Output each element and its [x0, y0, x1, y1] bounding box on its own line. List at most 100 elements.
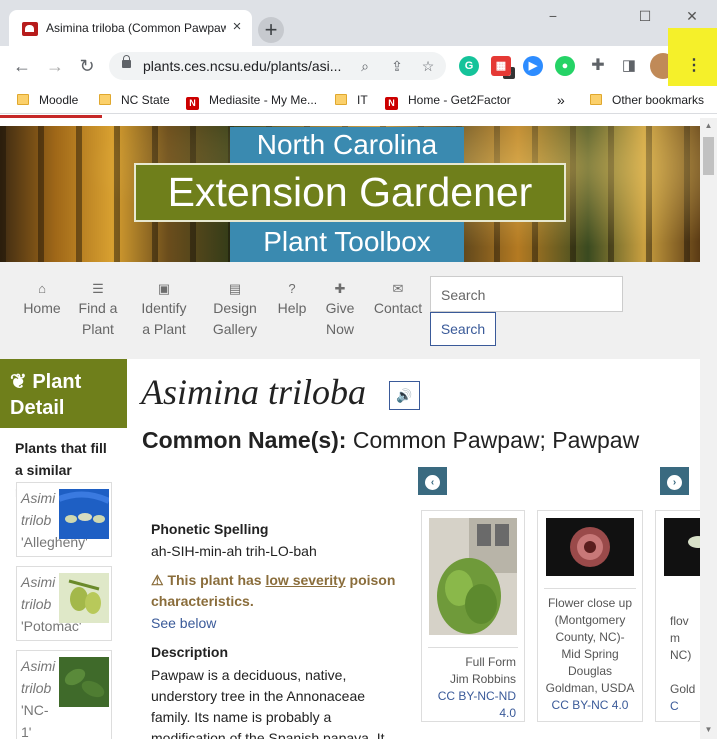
folder-icon	[17, 94, 29, 105]
browser-tab-strip: Asimina triloba (Common Pawpaw) | North …	[0, 0, 717, 46]
bookmarks-overflow-icon[interactable]: »	[557, 91, 565, 109]
gallery-next-button[interactable]: ›	[660, 467, 689, 495]
nav-identify-a-plant[interactable]: ▣ Identify a Plant	[136, 278, 192, 340]
warning-icon: ⚠	[151, 572, 164, 588]
browser-menu-icon[interactable]: ⋮	[686, 56, 702, 76]
grammarly-icon[interactable]: G	[459, 56, 479, 76]
browser-toolbar: ← → ↻ plants.ces.ncsu.edu/plants/asi... …	[0, 46, 717, 86]
nav-home[interactable]: ⌂ Home	[22, 278, 62, 319]
license-link[interactable]: CC BY-NC-ND	[438, 689, 516, 703]
sidebar-title: ❦ Plant Detail	[0, 359, 127, 428]
folder-icon	[590, 94, 602, 105]
similar-plant-card[interactable]: Asimi trilob 'Potomac'	[16, 566, 112, 641]
gift-icon: ✚	[334, 281, 346, 296]
poison-warning: ⚠ This plant has low severity poison cha…	[151, 572, 396, 609]
phonetic-label: Phonetic Spelling	[151, 521, 269, 537]
new-tab-button[interactable]: +	[258, 17, 284, 43]
lock-icon	[122, 55, 131, 68]
chat-extension-icon[interactable]: ●	[555, 56, 575, 76]
bookmark-nc-state[interactable]: NC State	[99, 91, 170, 109]
description-text: Pawpaw is a deciduous, native, understor…	[151, 667, 385, 739]
side-panel-icon[interactable]: ◨	[617, 54, 641, 78]
address-bar[interactable]: plants.ces.ncsu.edu/plants/asi... ⌕ ⇪ ☆	[109, 52, 446, 80]
search-input[interactable]: Search	[430, 276, 623, 312]
similar-plant-card[interactable]: Asimi trilob 'Allegheny'	[16, 482, 112, 557]
gallery-photo-full-form	[429, 518, 517, 635]
plant-detail-main: Asimina triloba 🔊 Common Name(s): Common…	[127, 359, 700, 739]
license-link[interactable]: CC BY-NC 4.0	[552, 698, 629, 712]
folder-icon	[99, 94, 111, 105]
speaker-icon: 🔊	[396, 388, 413, 403]
gallery-card[interactable]: flov m NC) Gold C	[655, 510, 700, 722]
question-icon: ?	[288, 281, 296, 296]
similar-plant-card[interactable]: Asimi trilob 'NC- 1'	[16, 650, 112, 739]
gallery-prev-button[interactable]: ‹	[418, 467, 447, 495]
description-label: Description	[151, 644, 229, 660]
bookmark-it[interactable]: IT	[335, 91, 368, 109]
bookmark-moodle[interactable]: Moodle	[17, 91, 78, 109]
id-card-icon: ▣	[157, 281, 171, 296]
minimize-button[interactable]: −	[542, 7, 564, 25]
bookmark-mediasite[interactable]: N Mediasite - My Me...	[186, 91, 317, 110]
home-icon: ⌂	[38, 281, 46, 296]
site-navigation: ⌂ Home ☰ Find a Plant ▣ Identify a Plant ▤…	[0, 262, 700, 359]
close-window-button[interactable]: ✕	[681, 7, 703, 25]
bookmark-get2factor[interactable]: N Home - Get2Factor	[385, 91, 511, 110]
bookmarks-bar: Moodle NC State N Mediasite - My Me... IT…	[0, 86, 717, 114]
banner-title-line2: Extension Gardener	[134, 163, 566, 222]
forward-arrow-icon[interactable]: →	[43, 54, 67, 78]
plant-thumbnail	[57, 489, 111, 539]
gallery-caption: Flower close up (Montgomery County, NC)- Mi…	[545, 596, 635, 712]
gallery-card[interactable]: Full Form Jim Robbins CC BY-NC-ND 4.0	[421, 510, 525, 722]
phonetic-spelling: ah-SIH-min-ah trih-LO-bah	[151, 543, 317, 559]
maximize-button[interactable]: ☐	[634, 7, 656, 25]
plant-detail-sidebar: ❦ Plant Detail Plants that fill a similar…	[0, 359, 127, 739]
nav-contact[interactable]: ✉ Contact	[372, 278, 424, 319]
scroll-up-arrow-icon[interactable]: ▲	[703, 120, 714, 132]
ncstate-logo-icon: N	[385, 97, 398, 110]
list-icon: ☰	[92, 281, 104, 296]
envelope-icon: ✉	[392, 281, 404, 296]
tab-title: Asimina triloba (Common Pawpaw) | North …	[46, 21, 226, 35]
page-scrollbar[interactable]	[700, 118, 717, 739]
other-bookmarks[interactable]: Other bookmarks	[590, 91, 704, 109]
gallery-photo	[664, 518, 700, 576]
browser-tab[interactable]: Asimina triloba (Common Pawpaw) | North …	[9, 10, 252, 46]
zoom-icon[interactable]: ▶	[523, 56, 543, 76]
page-viewport: North Carolina Extension Gardener Plant …	[0, 118, 700, 739]
bookmark-star-icon[interactable]: ☆	[418, 56, 438, 76]
chevron-left-icon: ‹	[425, 475, 440, 490]
scrollbar-thumb[interactable]	[703, 137, 714, 175]
scroll-down-arrow-icon[interactable]: ▼	[703, 724, 714, 736]
nav-find-a-plant[interactable]: ☰ Find a Plant	[76, 278, 120, 340]
nav-give-now[interactable]: ✚ Give Now	[322, 278, 358, 340]
site-favicon-icon	[22, 22, 38, 36]
plant-thumbnail	[59, 657, 109, 707]
search-button[interactable]: Search	[430, 312, 496, 346]
reload-icon[interactable]: ↻	[75, 54, 99, 78]
site-banner[interactable]: North Carolina Extension Gardener Plant …	[0, 126, 700, 262]
pronunciation-audio-button[interactable]: 🔊	[389, 381, 420, 410]
folder-icon	[335, 94, 347, 105]
back-arrow-icon[interactable]: ←	[10, 54, 34, 78]
nav-help[interactable]: ? Help	[274, 278, 310, 319]
url-text: plants.ces.ncsu.edu/plants/asi...	[143, 58, 342, 74]
tab-close-icon[interactable]: ×	[229, 19, 245, 35]
see-below-link[interactable]: See below	[151, 615, 216, 631]
banner-title-line3: Plant Toolbox	[230, 222, 464, 262]
nav-design-gallery[interactable]: ▤ Design Gallery	[210, 278, 260, 340]
leaf-icon: ❦	[10, 371, 27, 393]
gallery-caption: flov m NC) Gold C	[670, 614, 696, 713]
common-names: Common Name(s): Common Pawpaw; Pawpaw	[142, 427, 640, 453]
chevron-right-icon: ›	[667, 475, 682, 490]
gallery-card[interactable]: Flower close up (Montgomery County, NC)- Mi…	[537, 510, 643, 722]
banner-title-line1: North Carolina	[230, 127, 464, 163]
share-icon[interactable]: ⇪	[387, 56, 407, 76]
calendar-extension-icon[interactable]: ▦	[491, 56, 511, 76]
scientific-name: Asimina triloba	[141, 372, 367, 412]
gallery-icon: ▤	[228, 281, 242, 296]
zoom-magnifier-icon[interactable]: ⌕	[355, 56, 375, 76]
plant-thumbnail	[59, 573, 109, 623]
poison-severity-link[interactable]: low severity	[265, 572, 345, 588]
extensions-puzzle-icon[interactable]: ✚	[586, 54, 610, 78]
